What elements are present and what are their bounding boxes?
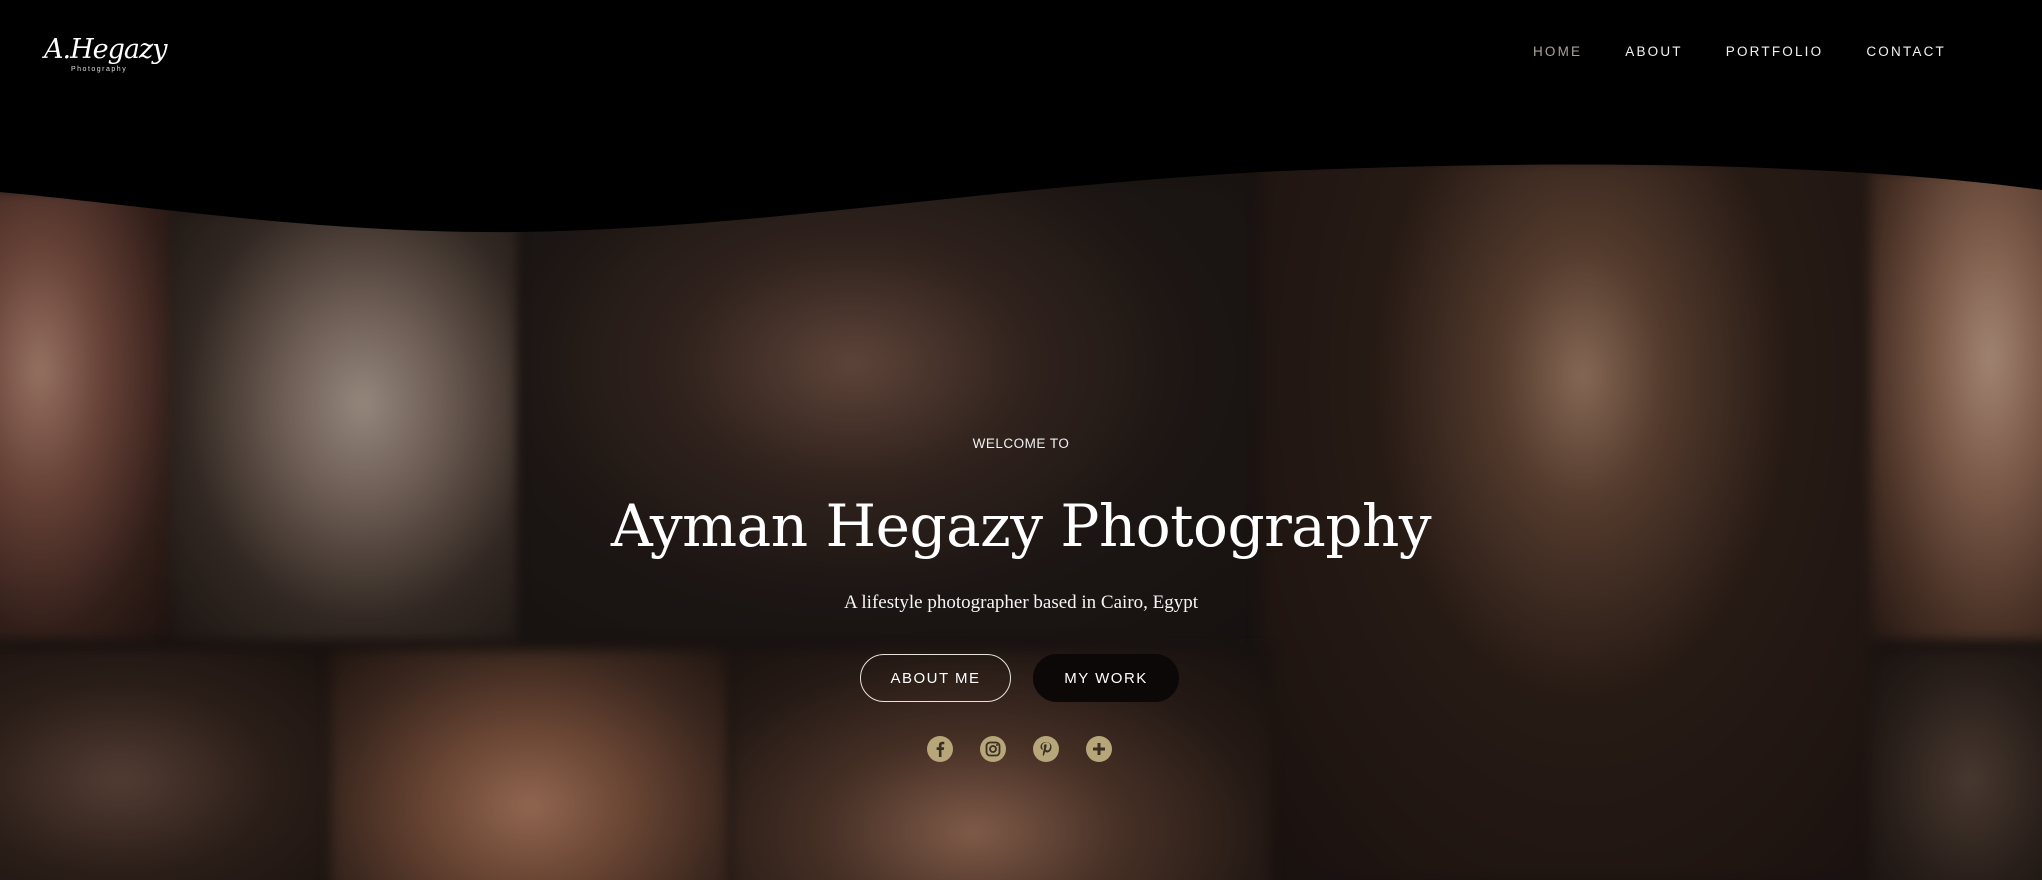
my-work-button[interactable]: MY WORK — [1033, 654, 1179, 702]
instagram-icon[interactable] — [980, 736, 1006, 762]
facebook-icon[interactable] — [927, 736, 953, 762]
about-me-button[interactable]: ABOUT ME — [860, 654, 1011, 702]
plus-icon[interactable] — [1086, 736, 1112, 762]
hero-section: WELCOME TO Ayman Hegazy Photography A li… — [0, 0, 2042, 880]
pinterest-icon[interactable] — [1033, 736, 1059, 762]
hero-subtitle: A lifestyle photographer based in Cairo,… — [843, 592, 1199, 613]
hero-welcome: WELCOME TO — [972, 436, 1070, 451]
social-links — [927, 736, 1112, 762]
hero-title: Ayman Hegazy Photography — [610, 492, 1432, 560]
